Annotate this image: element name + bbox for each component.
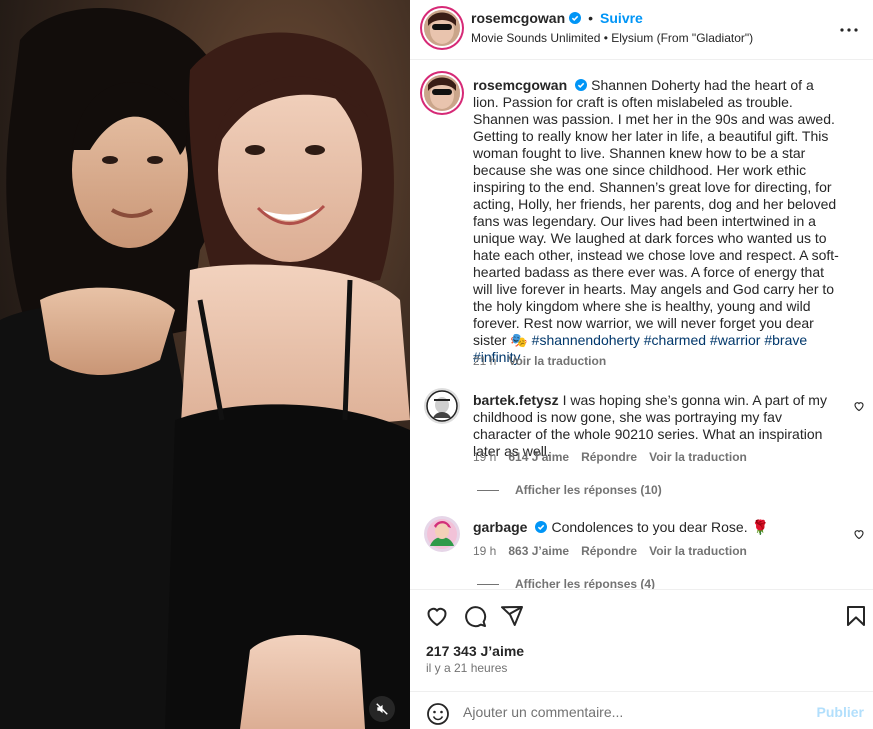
post-actions: 217 343 J’aime il y a 21 heures xyxy=(410,589,873,679)
commenter-avatar[interactable] xyxy=(424,516,460,552)
view-replies-label: Afficher les réponses (4) xyxy=(515,577,656,589)
publish-button[interactable]: Publier xyxy=(817,704,864,720)
more-options-button[interactable] xyxy=(837,18,861,42)
verified-badge-icon xyxy=(535,521,548,533)
muted-speaker-icon xyxy=(376,703,388,715)
commenter-avatar[interactable] xyxy=(424,388,460,424)
avatar-image xyxy=(424,388,460,424)
comment-username[interactable]: bartek.fetysz xyxy=(473,392,559,408)
comment-text: Condolences to you dear Rose. 🌹 xyxy=(551,519,769,535)
post-media[interactable] xyxy=(0,0,410,729)
audio-attribution[interactable]: Movie Sounds Unlimited • Elysium (From "… xyxy=(471,31,753,45)
avatar-image xyxy=(424,516,460,552)
post-caption: rosemcgowan Shannen Doherty had the heart… xyxy=(473,77,839,366)
comment-translate-link[interactable]: Voir la traduction xyxy=(649,544,747,558)
author-username[interactable]: rosemcgowan xyxy=(471,10,565,26)
more-horizontal-icon xyxy=(840,28,858,32)
comment-time[interactable]: 19 h xyxy=(473,450,496,464)
avatar-image xyxy=(424,10,460,46)
caption-meta: 21 h Voir la traduction xyxy=(473,354,606,368)
caption-username[interactable]: rosemcgowan xyxy=(473,77,567,93)
heart-icon[interactable] xyxy=(425,604,449,628)
comment-likes[interactable]: 863 J’aime xyxy=(508,544,569,558)
verified-badge-icon xyxy=(575,79,588,91)
caption-text: Shannen Doherty had the heart of a lion.… xyxy=(473,77,839,348)
post-age[interactable]: il y a 21 heures xyxy=(426,661,507,675)
follow-button[interactable]: Suivre xyxy=(600,10,643,26)
like-count[interactable]: 217 343 J’aime xyxy=(426,643,524,659)
comment-meta: 19 h 614 J’aime Répondre Voir la traduct… xyxy=(473,450,747,464)
author-avatar[interactable] xyxy=(424,10,460,46)
bookmark-icon[interactable] xyxy=(844,604,868,628)
comment-like-heart-icon[interactable] xyxy=(853,528,865,540)
share-icon[interactable] xyxy=(500,604,524,628)
comment-translate-link[interactable]: Voir la traduction xyxy=(649,450,747,464)
comment-username[interactable]: garbage xyxy=(473,519,527,535)
header-title-row: rosemcgowan • Suivre xyxy=(471,10,643,26)
view-replies-button[interactable]: Afficher les réponses (4) xyxy=(477,577,655,589)
post-side-panel: rosemcgowan • Suivre Movie Sounds Unlimi… xyxy=(410,0,873,729)
comment-meta: 19 h 863 J’aime Répondre Voir la traduct… xyxy=(473,544,747,558)
comment-icon[interactable] xyxy=(463,604,487,628)
avatar-image xyxy=(424,75,460,111)
view-replies-button[interactable]: Afficher les réponses (10) xyxy=(477,483,662,497)
post-photo xyxy=(0,0,410,729)
verified-badge-icon xyxy=(569,12,582,24)
comment-input[interactable] xyxy=(463,701,803,723)
replies-divider xyxy=(477,489,499,491)
comment-time[interactable]: 19 h xyxy=(473,544,496,558)
separator-dot: • xyxy=(588,10,594,26)
replies-divider xyxy=(477,583,499,585)
comment-body: garbage Condolences to you dear Rose. 🌹 xyxy=(473,519,839,536)
caption-avatar[interactable] xyxy=(424,75,460,111)
comment-reply-button[interactable]: Répondre xyxy=(581,450,637,464)
view-replies-label: Afficher les réponses (10) xyxy=(515,483,662,497)
caption-translate-link[interactable]: Voir la traduction xyxy=(508,354,606,368)
comment-likes[interactable]: 614 J’aime xyxy=(508,450,569,464)
comment-composer: Publier xyxy=(410,691,873,729)
emoji-icon[interactable] xyxy=(426,702,450,726)
comments-list[interactable]: rosemcgowan Shannen Doherty had the heart… xyxy=(410,61,873,589)
comment-like-heart-icon[interactable] xyxy=(853,400,865,412)
comment-reply-button[interactable]: Répondre xyxy=(581,544,637,558)
mute-button[interactable] xyxy=(369,696,395,722)
caption-time[interactable]: 21 h xyxy=(473,354,496,368)
post-header: rosemcgowan • Suivre Movie Sounds Unlimi… xyxy=(410,0,873,60)
